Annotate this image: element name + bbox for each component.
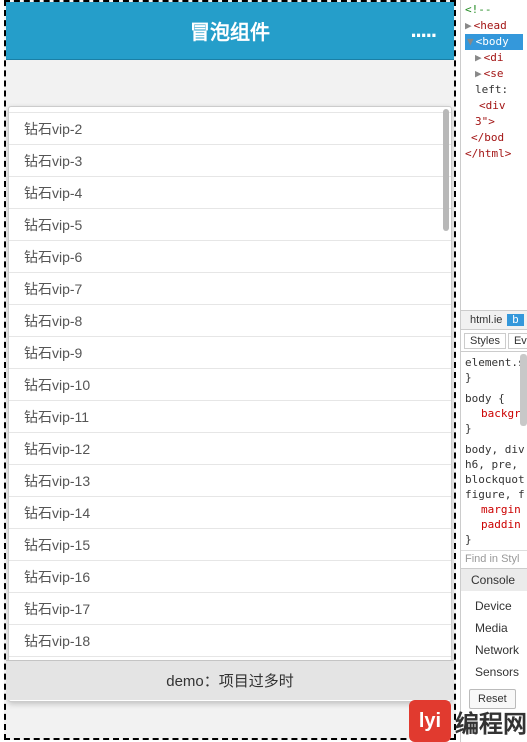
tab-ev[interactable]: Ev [508,333,527,349]
list-item[interactable]: 钻石vip-10 [9,369,451,401]
list-item[interactable]: 钻石vip-18 [9,625,451,657]
crumb-body[interactable]: b [507,314,523,326]
list-item[interactable]: 钻石vip-14 [9,497,451,529]
list-item[interactable]: 钻石vip-11 [9,401,451,433]
console-tab[interactable]: Console [461,568,527,591]
css-backgr: backgr [481,406,523,421]
app-header: 冒泡组件 ..... [6,2,454,60]
list-item[interactable]: 钻石vip-4 [9,177,451,209]
content-area: 钻石vip-1 钻石vip-2 钻石vip-3 钻石vip-4 钻石vip-5 … [6,60,454,700]
popup-list: 钻石vip-1 钻石vip-2 钻石vip-3 钻石vip-4 钻石vip-5 … [8,106,452,702]
dom-select[interactable]: <se [484,67,504,80]
settings-list: Device Media Network Sensors [461,591,527,687]
dom-left[interactable]: left: [475,83,508,96]
popup-arrow [220,701,240,702]
setting-network[interactable]: Network [475,639,527,661]
watermark-logo: lyi 编程网 [409,700,527,742]
list-item[interactable]: 钻石vip-13 [9,465,451,497]
phone-frame: 冒泡组件 ..... 钻石vip-1 钻石vip-2 钻石vip-3 钻石vip… [4,0,456,740]
dom-html-close[interactable]: </html> [465,147,511,160]
demo-label: demo：项目过多时 [166,670,294,691]
breadcrumb: html.ie b [461,310,527,330]
list-item[interactable]: 钻石vip-16 [9,561,451,593]
list-item[interactable]: 钻石vip-6 [9,241,451,273]
styles-scrollbar[interactable] [520,354,527,426]
logo-icon: lyi [409,700,451,742]
setting-sensors[interactable]: Sensors [475,661,527,683]
list-item[interactable]: 钻石vip-8 [9,305,451,337]
scrollbar[interactable] [443,109,449,231]
header-title: 冒泡组件 [190,16,270,45]
list-item[interactable]: 钻石vip-2 [9,113,451,145]
dom-head[interactable]: <head [474,19,507,32]
dom-div[interactable]: <di [484,51,504,64]
css-h6: h6, pre, [465,457,523,472]
list-item[interactable]: 钻石vip-3 [9,145,451,177]
dom-body-close[interactable]: </bod [471,131,504,144]
logo-text: 编程网 [455,704,527,739]
list-item[interactable]: 钻石vip-5 [9,209,451,241]
bottom-bar[interactable]: demo：项目过多时 [6,660,454,700]
tab-styles[interactable]: Styles [464,333,506,349]
dom-body-selected[interactable]: ▼<body [465,34,523,50]
css-element: element.s [465,355,523,370]
dom-comment[interactable]: <!-- [465,3,492,16]
setting-device[interactable]: Device [475,595,527,617]
popup-scroll[interactable]: 钻石vip-1 钻石vip-2 钻石vip-3 钻石vip-4 钻石vip-5 … [9,107,451,701]
dom-num[interactable]: 3"> [475,115,495,128]
devtools-panel: <!-- ▶<head ▼<body ▶<di ▶<se left: <div … [460,0,527,742]
dom-div[interactable]: <div [479,99,506,112]
css-body: body { [465,391,523,406]
list-item[interactable]: 钻石vip-15 [9,529,451,561]
styles-content[interactable]: element.s } body { backgr } body, div h6… [461,352,527,550]
find-in-styles[interactable]: Find in Styl [461,550,527,568]
setting-media[interactable]: Media [475,617,527,639]
list-item[interactable]: 钻石vip-17 [9,593,451,625]
more-icon[interactable]: ..... [410,17,436,43]
styles-tabs: Styles Ev [461,330,527,352]
list-item[interactable]: 钻石vip-9 [9,337,451,369]
list-item[interactable]: 钻石vip-12 [9,433,451,465]
crumb-html[interactable]: html.ie [465,314,507,326]
css-blockquot: blockquot [465,472,523,487]
css-margin: margin [481,502,523,517]
css-multi: body, div [465,442,523,457]
css-figure: figure, f [465,487,523,502]
popup-arrow [219,701,241,702]
list-item[interactable]: 钻石vip-7 [9,273,451,305]
dom-tree[interactable]: <!-- ▶<head ▼<body ▶<di ▶<se left: <div … [461,0,527,310]
css-padding: paddin [481,517,523,532]
